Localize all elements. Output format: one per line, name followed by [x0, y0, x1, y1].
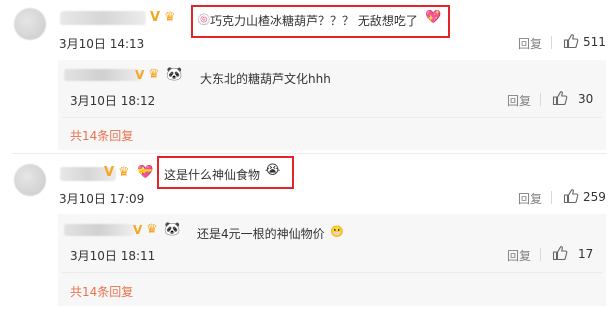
divider: [62, 117, 602, 118]
separator: [540, 248, 541, 261]
heart-badge-icon: 💝: [137, 165, 154, 180]
comment-text: 巧克力山楂冰糖葫芦？？？ 无敌想吃了: [210, 14, 418, 28]
reply-button[interactable]: 回复: [507, 92, 531, 109]
panda-emoji-icon: 🐼: [166, 67, 183, 82]
verified-badge-icon: V: [104, 165, 115, 180]
separator: [540, 93, 541, 106]
comment-time: 3月10日 14:13: [59, 37, 145, 51]
reply-username[interactable]: [64, 69, 142, 81]
grimace-emoji-icon: 😬: [330, 225, 344, 238]
verified-badge-icon: V: [150, 10, 161, 25]
panda-emoji-icon: 🐼: [164, 222, 181, 237]
comment-time: 3月10日 17:09: [59, 192, 145, 206]
reply-button[interactable]: 回复: [507, 247, 531, 264]
reply-text: 大东北的糖葫芦文化hhh: [200, 72, 331, 86]
avatar[interactable]: [14, 8, 46, 40]
reply-username[interactable]: [64, 224, 134, 236]
reply-button[interactable]: 回复: [518, 190, 542, 207]
crown-badge-icon: ♛: [164, 10, 176, 25]
like-count: 30: [578, 92, 594, 106]
heart-emoji-icon: 💖: [425, 10, 442, 25]
crown-badge-icon: ♛: [146, 222, 158, 237]
separator: [551, 36, 552, 49]
reply-text: 还是4元一根的神仙物价: [197, 227, 325, 241]
thumb-up-icon[interactable]: [552, 90, 568, 106]
reply-button[interactable]: 回复: [518, 35, 542, 52]
like-count: 511: [583, 35, 606, 49]
thumb-up-icon[interactable]: [563, 188, 579, 204]
thumb-up-icon[interactable]: [552, 245, 568, 261]
avatar[interactable]: [14, 164, 46, 196]
divider: [12, 153, 607, 154]
like-count: 259: [583, 190, 606, 204]
like-count: 17: [578, 247, 594, 261]
reply-time: 3月10日 18:11: [70, 249, 156, 263]
crying-emoji-icon: 😭: [265, 163, 281, 178]
comment-text: 这是什么神仙食物: [164, 168, 261, 182]
verified-badge-icon: V: [135, 68, 145, 82]
divider: [62, 272, 602, 273]
username[interactable]: [60, 11, 146, 25]
crown-badge-icon: ♛: [148, 67, 160, 82]
view-all-replies-link[interactable]: 共14条回复: [70, 283, 133, 300]
fishcake-emoji-icon: 🍥: [197, 13, 211, 26]
thumb-up-icon[interactable]: [563, 33, 579, 49]
reply-time: 3月10日 18:12: [70, 94, 156, 108]
separator: [551, 191, 552, 204]
verified-badge-icon: V: [133, 223, 143, 237]
crown-badge-icon: ♛: [118, 165, 130, 180]
view-all-replies-link[interactable]: 共14条回复: [70, 127, 133, 144]
